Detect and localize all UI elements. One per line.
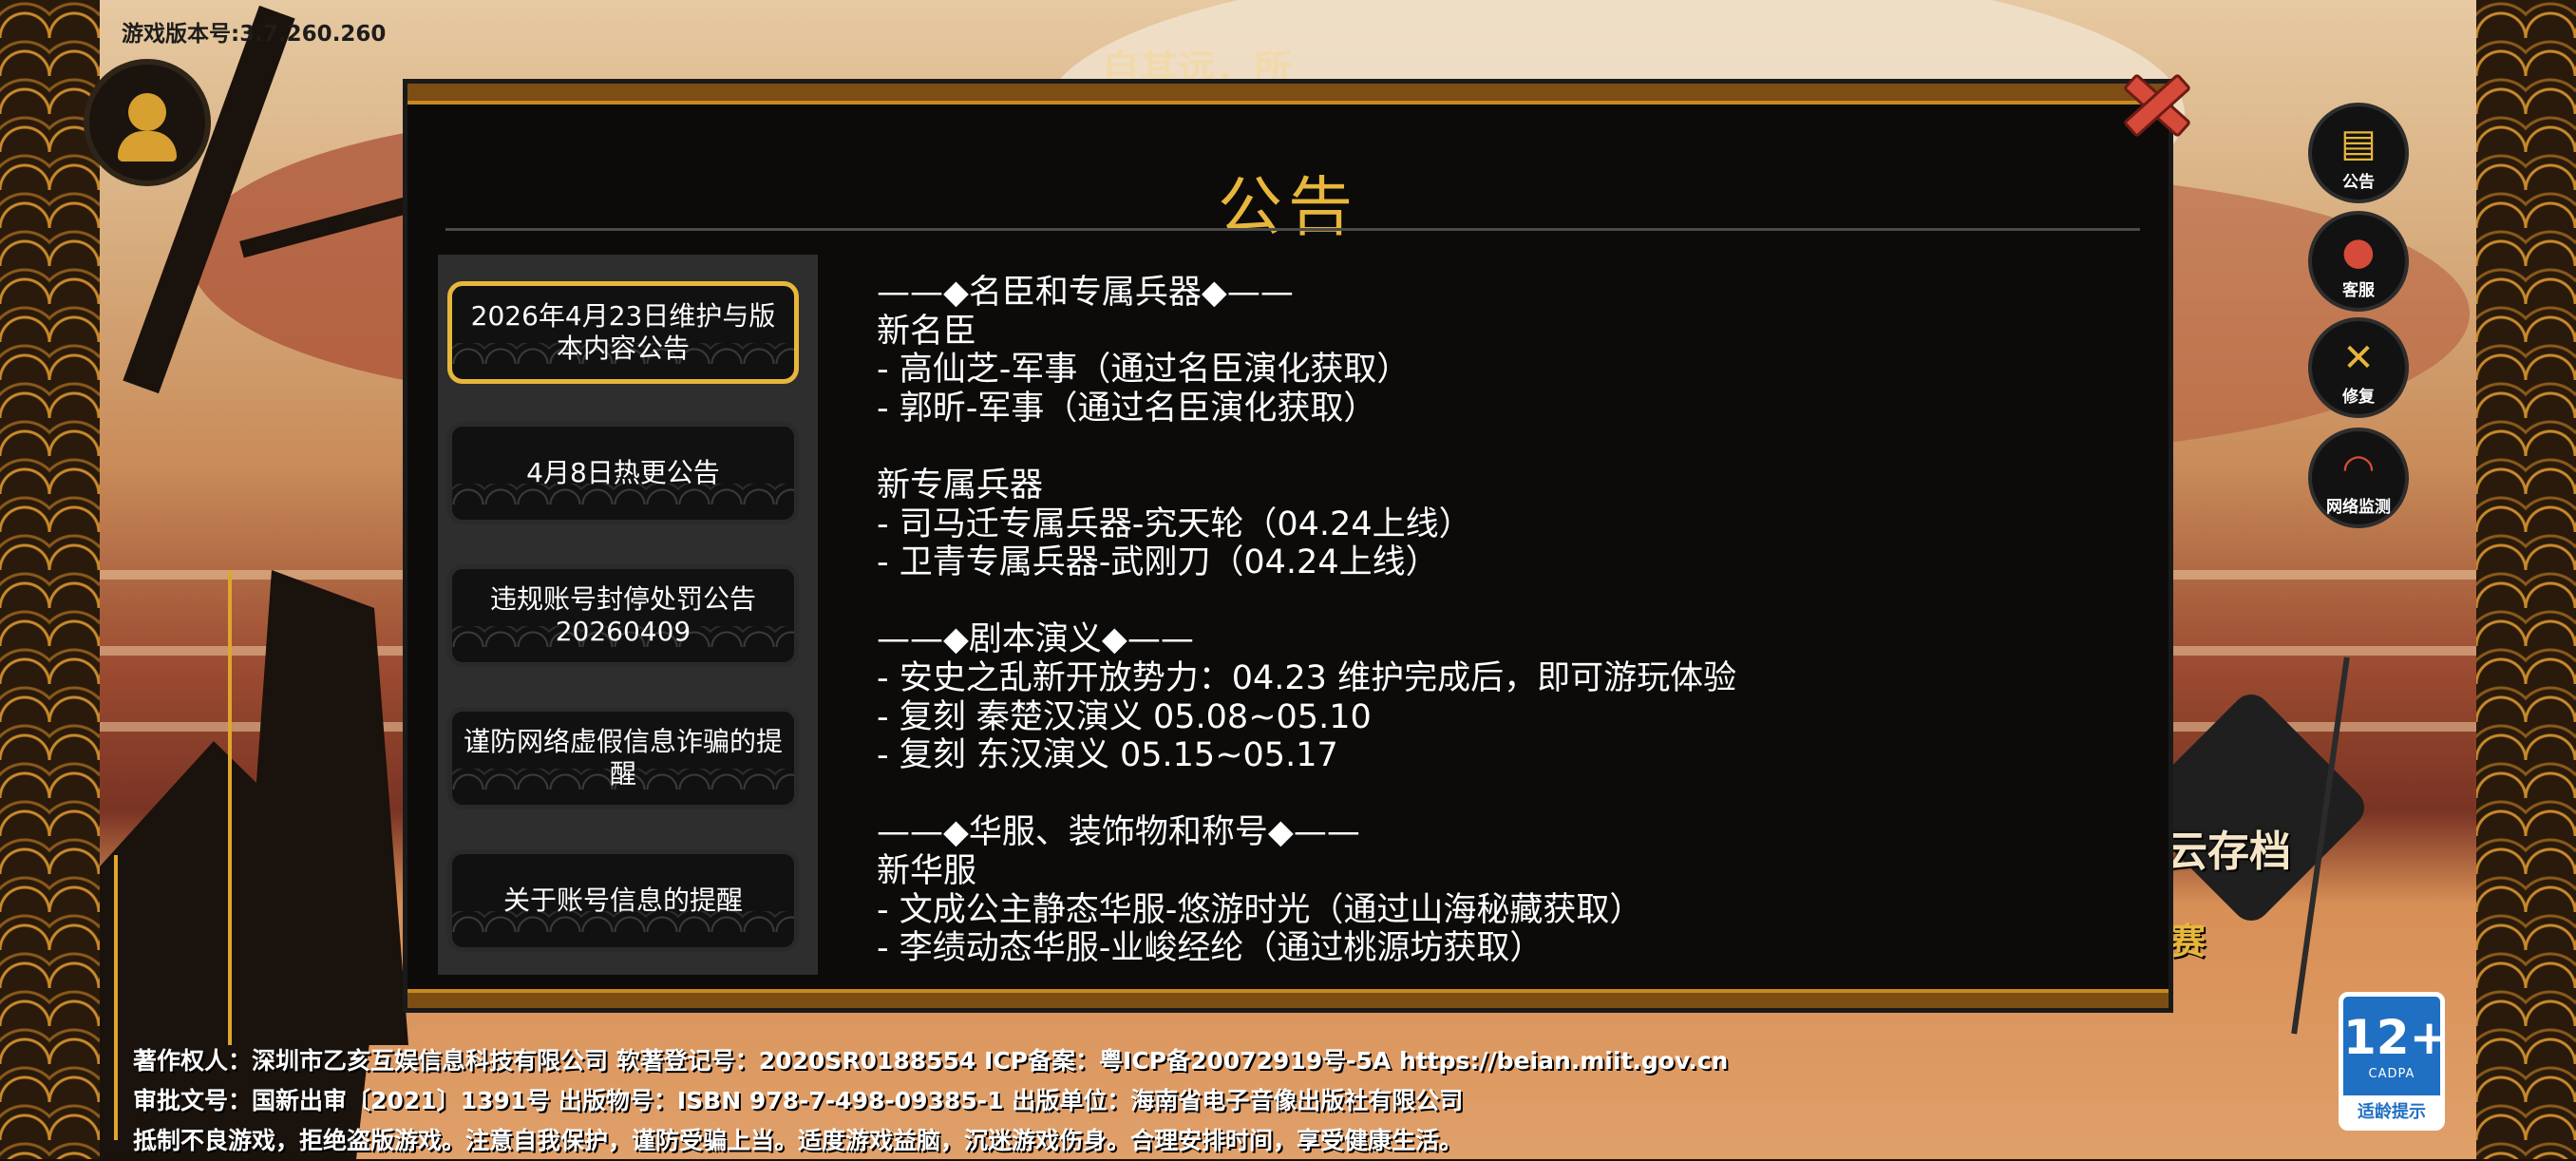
- wrench-icon: ✕: [2342, 336, 2375, 381]
- content-line: - 郭昕-军事（通过名臣演化获取）: [877, 389, 1377, 428]
- modal-top-bar: [407, 84, 2169, 105]
- announcement-button[interactable]: ▤ 公告: [2308, 103, 2409, 203]
- tab-announcement-2[interactable]: 4月8日热更公告: [447, 422, 799, 524]
- gold-outline: [228, 570, 232, 1045]
- announcement-modal: 公告 2026年4月23日维护与版本内容公告 4月8日热更公告 违规账号封停处罚…: [403, 79, 2173, 1013]
- customer-service-button[interactable]: ● 客服: [2308, 211, 2409, 312]
- content-line: - 卫青专属兵器-武刚刀（04.24上线）: [877, 543, 1439, 582]
- tab-announcement-1[interactable]: 2026年4月23日维护与版本内容公告: [447, 281, 799, 384]
- tab-announcement-5[interactable]: 关于账号信息的提醒: [447, 849, 799, 952]
- announcement-content[interactable]: ——◆名臣和专属兵器◆—— 新名臣 - 高仙芝-军事（通过名臣演化获取） - 郭…: [877, 274, 2131, 965]
- tab-announcement-3[interactable]: 违规账号封停处罚公告20260409: [447, 564, 799, 667]
- content-line: [877, 428, 2131, 466]
- avatar-body-icon: [118, 131, 177, 162]
- cloud-save-label[interactable]: 云存档: [2166, 817, 2291, 878]
- announcement-label: 公告: [2342, 173, 2375, 192]
- wifi-icon: ◠: [2341, 447, 2376, 491]
- network-monitor-label: 网络监测: [2326, 498, 2391, 517]
- content-line: - 复刻 东汉演义 05.15~05.17: [877, 736, 1338, 775]
- tab-announcement-4[interactable]: 谨防网络虚假信息诈骗的提醒: [447, 707, 799, 809]
- content-line: 新专属兵器: [877, 466, 1044, 504]
- repair-button[interactable]: ✕ 修复: [2308, 317, 2409, 418]
- copyright-footer: 著作权人：深圳市乙亥互娱信息科技有限公司 软著登记号：2020SR0188554…: [133, 1041, 2223, 1161]
- age-rating-badge[interactable]: 12+ CADPA 适龄提示: [2339, 992, 2450, 1131]
- age-rating-tip: 适龄提示: [2343, 1095, 2440, 1126]
- content-line: [877, 775, 2131, 814]
- content-line: 新名臣: [877, 312, 977, 351]
- content-line: - 文成公主静态华服-悠游时光（通过山海秘藏获取）: [877, 890, 1643, 929]
- avatar-head-icon: [128, 93, 166, 131]
- content-line: ——◆华服、装饰物和称号◆——: [877, 813, 1360, 852]
- right-border-pattern: [2476, 0, 2576, 1159]
- event-label: 赛: [2169, 921, 2207, 962]
- modal-bottom-bar: [407, 989, 2169, 1008]
- age-rating-org: CADPA: [2368, 1067, 2415, 1081]
- gold-outline: [114, 855, 118, 1140]
- footer-line: 抵制不良游戏，拒绝盗版游戏。注意自我保护，谨防受骗上当。适度游戏益脑，沉迷游戏伤…: [133, 1127, 1464, 1154]
- close-button[interactable]: [2116, 65, 2192, 139]
- content-line: ——◆名臣和专属兵器◆——: [877, 274, 1294, 312]
- left-border-pattern: [0, 0, 100, 1159]
- headset-icon: ●: [2341, 230, 2376, 275]
- content-line: - 复刻 秦楚汉演义 05.08~05.10: [877, 697, 1372, 736]
- avatar-button[interactable]: [84, 59, 211, 186]
- content-line: [877, 582, 2131, 621]
- repair-label: 修复: [2342, 388, 2375, 407]
- content-line: 新华服: [877, 851, 977, 890]
- network-monitor-button[interactable]: ◠ 网络监测: [2308, 428, 2409, 528]
- footer-line: 著作权人：深圳市乙亥互娱信息科技有限公司 软著登记号：2020SR0188554…: [133, 1047, 1729, 1075]
- announcement-tab-list: 2026年4月23日维护与版本内容公告 4月8日热更公告 违规账号封停处罚公告2…: [438, 255, 818, 975]
- age-rating: 12+: [2343, 1010, 2450, 1065]
- footer-line: 审批文号：国新出审〔2021〕1391号 出版物号：ISBN 978-7-498…: [133, 1087, 1464, 1114]
- content-line: ——◆剧本演义◆——: [877, 620, 1194, 659]
- scroll-icon: ▤: [2340, 122, 2377, 166]
- title-divider: [445, 228, 2140, 231]
- content-line: - 高仙芝-军事（通过名臣演化获取）: [877, 351, 1411, 390]
- customer-service-label: 客服: [2342, 281, 2375, 300]
- modal-title: 公告: [1217, 170, 1358, 246]
- version-label: 游戏版本号:3.7.260.260: [122, 22, 387, 47]
- content-line: - 司马迁专属兵器-究天轮（04.24上线）: [877, 504, 1472, 543]
- content-line: - 安史之乱新开放势力：04.23 维护完成后，即可游玩体验: [877, 658, 1737, 697]
- content-line: - 李绩动态华服-业峻经纶（通过桃源坊获取）: [877, 929, 1544, 965]
